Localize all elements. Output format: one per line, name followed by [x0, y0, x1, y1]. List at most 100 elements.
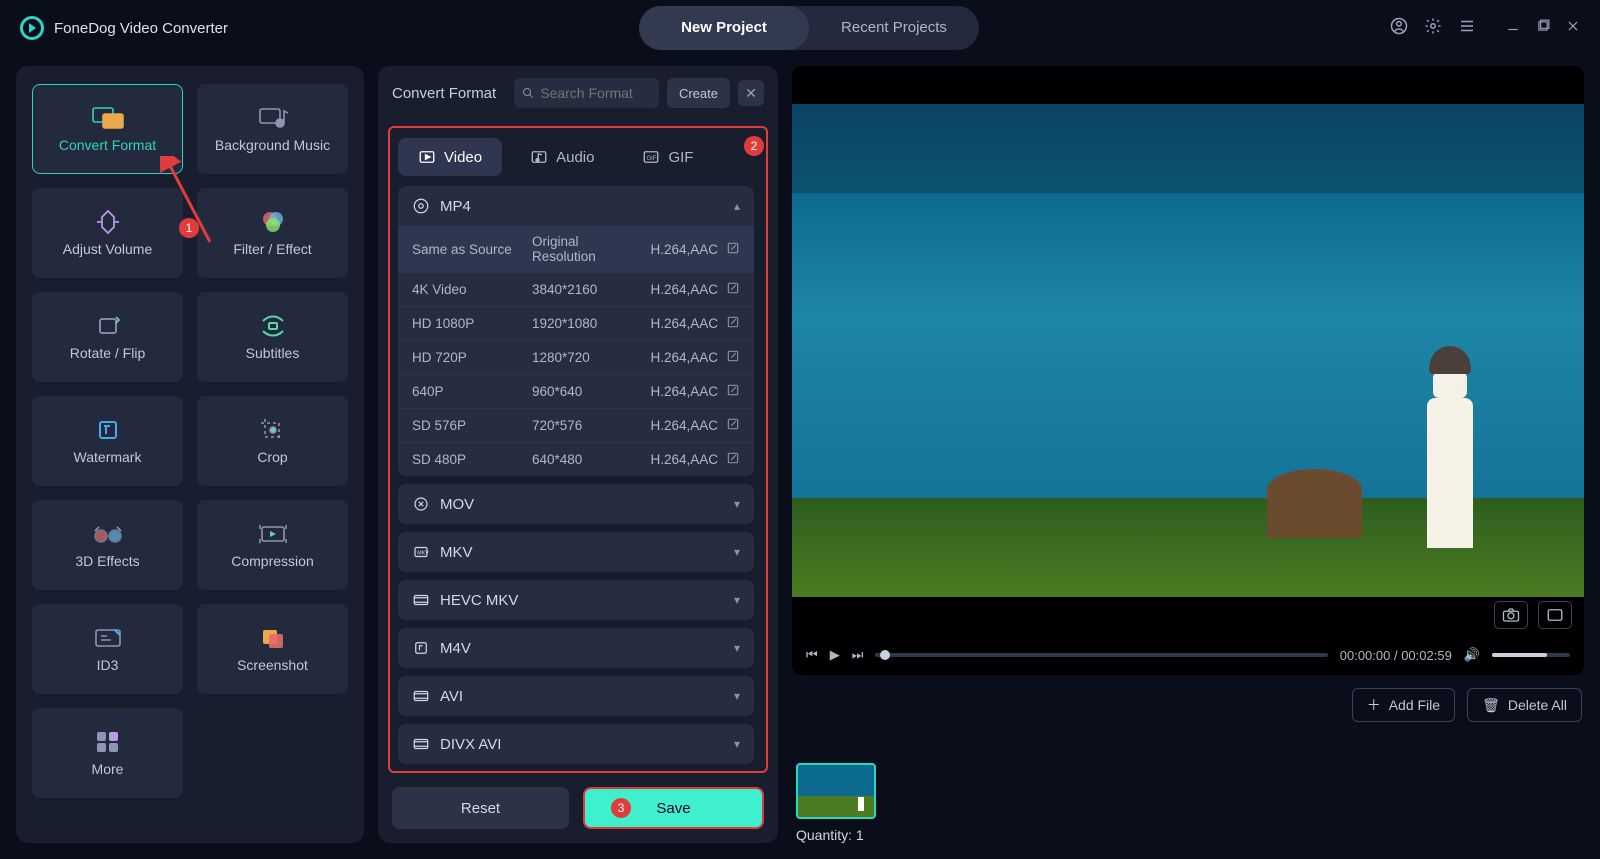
- group-label: MKV: [440, 544, 473, 561]
- preset-row[interactable]: SD 480P640*480H.264,AAC: [398, 442, 754, 476]
- tool-watermark[interactable]: Watermark: [32, 396, 183, 486]
- thumbnail[interactable]: [796, 763, 876, 819]
- tool-adjust-volume[interactable]: Adjust Volume: [32, 188, 183, 278]
- format-icon: [412, 495, 430, 513]
- preset-codec: H.264,AAC: [630, 315, 740, 332]
- content: Convert Format Background Music Adjust V…: [0, 56, 1600, 859]
- preset-resolution: 960*640: [532, 384, 630, 399]
- screenshot-icon: [256, 625, 290, 651]
- format-body: Video Audio GIF GIF MP4 ▴: [388, 126, 768, 773]
- group-header[interactable]: MKVMKV▾: [398, 532, 754, 572]
- tab-recent-projects[interactable]: Recent Projects: [809, 6, 979, 50]
- group-header[interactable]: DIVX AVI▾: [398, 724, 754, 764]
- panel-close-icon[interactable]: ✕: [738, 80, 764, 106]
- group-header[interactable]: HEVC MKV▾: [398, 580, 754, 620]
- preset-row[interactable]: HD 720P1280*720H.264,AAC: [398, 340, 754, 374]
- fullscreen-icon: [1546, 607, 1564, 623]
- format-group: DIVX AVI▾: [398, 724, 754, 764]
- group-header-mp4[interactable]: MP4 ▴: [398, 186, 754, 226]
- close-icon[interactable]: [1566, 19, 1580, 38]
- tool-subtitles[interactable]: Subtitles: [197, 292, 348, 382]
- search-format[interactable]: [514, 78, 659, 108]
- play-button[interactable]: ▶: [830, 647, 840, 663]
- preset-row[interactable]: 640P960*640H.264,AAC: [398, 374, 754, 408]
- group-label: DIVX AVI: [440, 736, 501, 753]
- tool-more[interactable]: More: [32, 708, 183, 798]
- preview-cliff: [1267, 469, 1362, 538]
- fullscreen-button[interactable]: [1538, 601, 1572, 629]
- tab-video[interactable]: Video: [398, 138, 502, 176]
- edit-icon[interactable]: [726, 383, 740, 400]
- app-logo-icon: [20, 16, 44, 40]
- progress-handle[interactable]: [880, 650, 890, 660]
- tool-screenshot[interactable]: Screenshot: [197, 604, 348, 694]
- edit-icon[interactable]: [726, 417, 740, 434]
- thumbnail-item: Quantity: 1: [796, 763, 876, 843]
- group-header[interactable]: M4V▾: [398, 628, 754, 668]
- menu-icon[interactable]: [1458, 17, 1476, 40]
- panel-title: Convert Format: [392, 85, 496, 102]
- progress-bar[interactable]: [875, 653, 1327, 657]
- tool-label: Compression: [231, 553, 313, 569]
- titlebar-left: FoneDog Video Converter: [20, 16, 228, 40]
- tool-id3[interactable]: ID3: [32, 604, 183, 694]
- tool-background-music[interactable]: Background Music: [197, 84, 348, 174]
- preset-row[interactable]: 4K Video3840*2160H.264,AAC: [398, 272, 754, 306]
- prev-button[interactable]: ⏮: [806, 647, 818, 663]
- tool-crop[interactable]: Crop: [197, 396, 348, 486]
- audio-icon: [530, 148, 548, 166]
- preset-row[interactable]: Same as SourceOriginal ResolutionH.264,A…: [398, 226, 754, 272]
- tool-filter-effect[interactable]: Filter / Effect: [197, 188, 348, 278]
- save-label: Save: [656, 800, 690, 817]
- plus-icon: ＋: [1367, 695, 1381, 715]
- preview-toolbar: [1494, 601, 1572, 629]
- tab-label: Audio: [556, 149, 594, 166]
- tool-label: Crop: [257, 449, 287, 465]
- tool-3d-effects[interactable]: 3D Effects: [32, 500, 183, 590]
- preset-resolution: 1280*720: [532, 350, 630, 365]
- format-scroll[interactable]: MP4 ▴ Same as SourceOriginal ResolutionH…: [398, 186, 758, 767]
- next-button[interactable]: ⏭: [852, 647, 864, 663]
- snapshot-button[interactable]: [1494, 601, 1528, 629]
- group-header[interactable]: AVI▾: [398, 676, 754, 716]
- add-file-button[interactable]: ＋Add File: [1352, 688, 1455, 722]
- preset-codec: H.264,AAC: [630, 241, 740, 258]
- edit-icon[interactable]: [726, 241, 740, 258]
- svg-text:GIF: GIF: [647, 156, 657, 162]
- edit-icon[interactable]: [726, 315, 740, 332]
- tool-label: Filter / Effect: [233, 241, 311, 257]
- delete-all-button[interactable]: 🗑Delete All: [1467, 688, 1582, 722]
- time-display: 00:00:00 / 00:02:59: [1340, 648, 1452, 663]
- gear-icon[interactable]: [1424, 17, 1442, 40]
- account-icon[interactable]: [1390, 17, 1408, 40]
- preset-codec: H.264,AAC: [630, 281, 740, 298]
- group-label: AVI: [440, 688, 463, 705]
- edit-icon[interactable]: [726, 451, 740, 468]
- minimize-icon[interactable]: [1506, 19, 1520, 38]
- create-button[interactable]: Create: [667, 78, 730, 108]
- tool-convert-format[interactable]: Convert Format: [32, 84, 183, 174]
- search-input[interactable]: [540, 85, 651, 101]
- video-preview: ⏮ ▶ ⏭ 00:00:00 / 00:02:59 🔊: [792, 66, 1584, 675]
- tool-label: Subtitles: [246, 345, 300, 361]
- tab-new-project[interactable]: New Project: [639, 6, 809, 50]
- preset-row[interactable]: HD 1080P1920*1080H.264,AAC: [398, 306, 754, 340]
- tool-label: 3D Effects: [75, 553, 139, 569]
- tool-compression[interactable]: Compression: [197, 500, 348, 590]
- tab-gif[interactable]: GIF GIF: [622, 138, 713, 176]
- group-header[interactable]: MOV▾: [398, 484, 754, 524]
- save-button[interactable]: 3 Save: [583, 787, 764, 829]
- preset-codec: H.264,AAC: [630, 349, 740, 366]
- preview-lighthouse: [1427, 398, 1473, 548]
- maximize-icon[interactable]: [1536, 19, 1550, 38]
- tool-rotate-flip[interactable]: Rotate / Flip: [32, 292, 183, 382]
- volume-button[interactable]: 🔊: [1464, 647, 1480, 663]
- edit-icon[interactable]: [726, 349, 740, 366]
- reset-button[interactable]: Reset: [392, 787, 569, 829]
- preset-row[interactable]: SD 576P720*576H.264,AAC: [398, 408, 754, 442]
- edit-icon[interactable]: [726, 281, 740, 298]
- preview-canvas[interactable]: [792, 104, 1584, 597]
- tab-audio[interactable]: Audio: [510, 138, 614, 176]
- quantity-label: Quantity: 1: [796, 827, 876, 843]
- volume-slider[interactable]: [1492, 653, 1570, 657]
